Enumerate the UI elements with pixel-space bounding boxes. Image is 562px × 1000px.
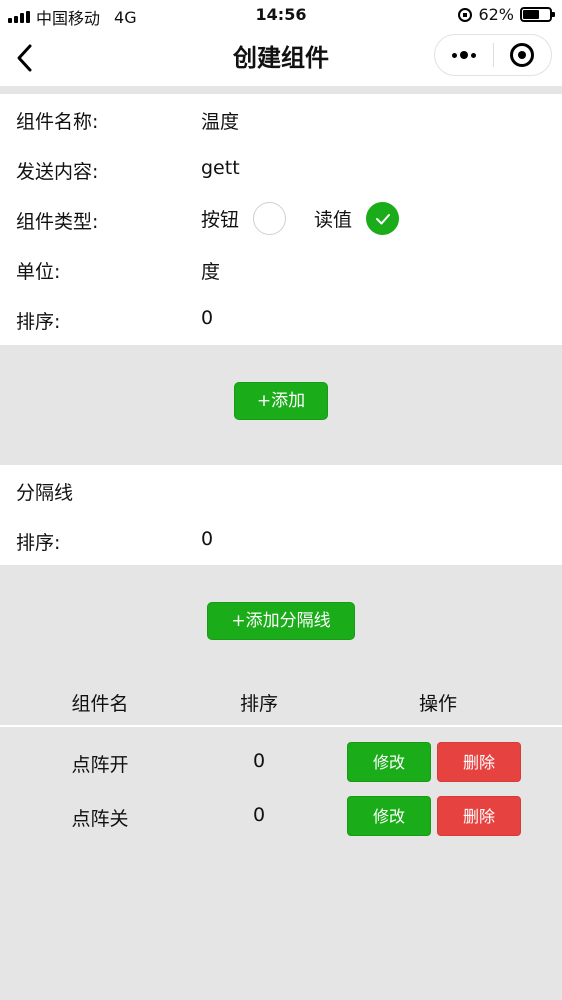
divider-title-row: 分隔线 — [0, 465, 562, 515]
divider-order-label: 排序: — [16, 532, 61, 554]
unit-label: 单位: — [16, 261, 61, 283]
battery-icon — [520, 7, 555, 22]
unit-input[interactable]: 度 — [201, 257, 220, 284]
radio-label-button: 按钮 — [201, 209, 240, 231]
component-form: 组件名称: 温度 发送内容: gett 组件类型: 按钮 读值 单位: 度 排序… — [0, 94, 562, 345]
table-divider — [0, 725, 562, 727]
radio-checked-icon[interactable] — [366, 202, 400, 235]
close-miniprogram-button[interactable] — [493, 35, 551, 75]
type-label: 组件类型: — [16, 211, 99, 233]
edit-button[interactable]: 修改 — [347, 742, 431, 782]
delete-button[interactable]: 删除 — [437, 742, 521, 782]
name-label: 组件名称: — [16, 111, 99, 133]
header-name: 组件名 — [71, 693, 129, 715]
form-row-type: 组件类型: 按钮 读值 — [0, 194, 562, 244]
more-dots-icon — [451, 52, 457, 58]
add-component-button[interactable]: +添加 — [234, 382, 328, 420]
type-radio-group: 按钮 读值 — [201, 202, 400, 235]
radio-option-read[interactable]: 读值 — [314, 202, 400, 235]
delete-button[interactable]: 删除 — [437, 796, 521, 836]
header-actions: 操作 — [418, 693, 457, 715]
divider-title: 分隔线 — [16, 482, 74, 504]
radio-unchecked-icon[interactable] — [253, 202, 287, 235]
radio-option-button[interactable]: 按钮 — [201, 202, 287, 235]
header-order: 排序 — [239, 693, 278, 715]
more-dot-right — [470, 52, 476, 58]
row-order: 0 — [252, 804, 266, 826]
form-row-unit: 单位: 度 — [0, 244, 562, 294]
divider-form: 分隔线 排序: 0 — [0, 465, 562, 565]
row-order: 0 — [252, 750, 266, 772]
rotation-lock-icon — [458, 7, 473, 22]
nav-bar: 创建组件 — [0, 30, 562, 86]
order-input[interactable]: 0 — [201, 307, 213, 329]
divider-order-input[interactable]: 0 — [201, 528, 213, 550]
order-label: 排序: — [16, 311, 61, 333]
add-divider-button[interactable]: +添加分隔线 — [207, 602, 355, 640]
edit-button[interactable]: 修改 — [347, 796, 431, 836]
more-dot-center — [459, 51, 468, 59]
status-bar: 中国移动 4G 14:56 62% — [0, 0, 562, 30]
row-name: 点阵开 — [71, 754, 129, 776]
content-label: 发送内容: — [16, 161, 99, 183]
more-button[interactable] — [435, 35, 493, 75]
radio-label-read: 读值 — [314, 209, 353, 231]
table-row: 点阵开 0 修改 删除 — [0, 742, 562, 796]
row-name: 点阵关 — [71, 808, 129, 830]
battery-percent: 62% — [478, 5, 514, 24]
nav-separator — [0, 86, 562, 94]
target-icon-dot — [518, 51, 527, 59]
table-header: 组件名 排序 操作 — [0, 680, 562, 725]
battery-fill — [523, 10, 540, 19]
table-row: 点阵关 0 修改 删除 — [0, 796, 562, 850]
form-row-name: 组件名称: 温度 — [0, 94, 562, 144]
target-icon — [510, 43, 535, 67]
divider-order-row: 排序: 0 — [0, 515, 562, 565]
form-row-content: 发送内容: gett — [0, 144, 562, 194]
mini-program-capsule — [434, 34, 552, 76]
status-bar-right: 62% — [458, 5, 555, 24]
checkmark-icon — [375, 213, 390, 224]
content-input[interactable]: gett — [201, 157, 240, 179]
name-input[interactable]: 温度 — [201, 107, 239, 134]
form-row-order: 排序: 0 — [0, 294, 562, 344]
